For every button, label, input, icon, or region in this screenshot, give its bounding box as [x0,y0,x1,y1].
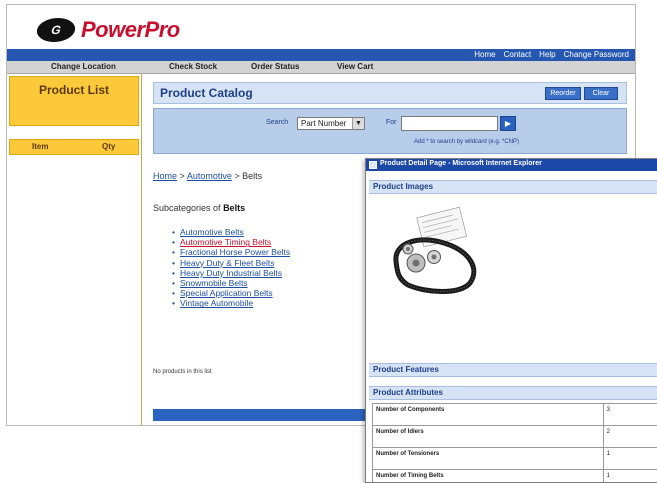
table-row: Number of Components 3 [373,404,657,426]
timing-belt-kit-image [386,199,486,299]
top-links: Home Contact Help Change Password [474,50,629,59]
attribute-name: Number of Components [373,404,604,426]
product-list-panel: Product List [9,76,139,126]
category-link[interactable]: Special Application Belts [172,288,290,298]
no-products-message: No products in this list [153,369,212,375]
for-label: For [386,119,397,126]
nav-check-stock[interactable]: Check Stock [169,62,217,71]
browser-window-icon [369,161,377,169]
category-link-active[interactable]: Automotive Timing Belts [172,237,290,247]
category-link[interactable]: Fractional Horse Power Belts [172,247,290,257]
product-list-header-row: Item Qty [9,139,139,155]
logo-badge: G [35,18,77,42]
category-link[interactable]: Automotive Belts [172,227,290,237]
attribute-value: 1 [603,448,657,470]
subcategory-heading: Subcategories of Belts [153,203,245,213]
item-column-header: Item [32,142,48,151]
product-list-title: Product List [10,83,138,97]
attribute-name: Number of Tensioners [373,448,604,470]
product-detail-window: Product Detail Page - Microsoft Internet… [365,158,657,483]
nav-view-cart[interactable]: View Cart [337,62,373,71]
attribute-value: 2 [603,426,657,448]
popup-title-bar[interactable]: Product Detail Page - Microsoft Internet… [366,159,657,171]
table-row: Number of Tensioners 1 [373,448,657,470]
brand-name: PowerPro [81,17,180,43]
nav-change-location[interactable]: Change Location [51,62,116,71]
page-title: Product Catalog [160,86,253,100]
category-link[interactable]: Vintage Automobile [172,298,290,308]
attribute-name: Number of Idlers [373,426,604,448]
sidebar [7,74,142,425]
logo[interactable]: G PowerPro [37,13,180,47]
subcategory-prefix: Subcategories of [153,203,221,213]
breadcrumb-separator: > [234,171,239,181]
nav-order-status[interactable]: Order Status [251,62,299,71]
qty-column-header: Qty [102,142,115,151]
breadcrumb-automotive[interactable]: Automotive [187,171,232,181]
chevron-down-icon[interactable]: ▼ [352,118,364,129]
category-list: Automotive Belts Automotive Timing Belts… [172,227,290,309]
home-link[interactable]: Home [474,50,495,59]
catalog-title-bar: Product Catalog Reorder Clear [153,82,627,104]
product-features-label: Product Features [373,365,439,374]
search-input[interactable] [401,116,498,131]
contact-link[interactable]: Contact [504,50,532,59]
breadcrumb-separator: > [180,171,185,181]
search-type-value: Part Number [301,119,346,128]
clear-button[interactable]: Clear [584,87,618,100]
reorder-button[interactable]: Reorder [545,87,581,100]
attributes-table: Number of Components 3 Number of Idlers … [372,403,657,483]
breadcrumb-home[interactable]: Home [153,171,177,181]
change-password-link[interactable]: Change Password [564,50,629,59]
breadcrumb-current: Belts [242,171,262,181]
search-panel: Search Part Number ▼ For ▶ Add * to sear… [153,108,627,154]
category-link[interactable]: Heavy Duty & Fleet Belts [172,258,290,268]
attribute-value: 3 [603,404,657,426]
category-link[interactable]: Heavy Duty Industrial Belts [172,268,290,278]
product-images-header: Product Images [369,180,657,194]
search-label: Search [266,119,288,126]
product-images-label: Product Images [373,182,433,191]
help-link[interactable]: Help [539,50,555,59]
table-row: Number of Idlers 2 [373,426,657,448]
popup-title: Product Detail Page - Microsoft Internet… [380,160,542,167]
search-hint: Add * to search by wildcard (e.g. *CNP) [414,139,519,145]
subcategory-name: Belts [223,203,245,213]
product-attributes-header: Product Attributes [369,386,657,400]
category-link[interactable]: Snowmobile Belts [172,278,290,288]
search-icon[interactable]: ▶ [500,116,516,131]
breadcrumb: Home > Automotive > Belts [153,171,262,181]
search-type-select[interactable]: Part Number ▼ [297,117,365,130]
product-attributes-label: Product Attributes [373,388,443,397]
product-features-header: Product Features [369,363,657,377]
